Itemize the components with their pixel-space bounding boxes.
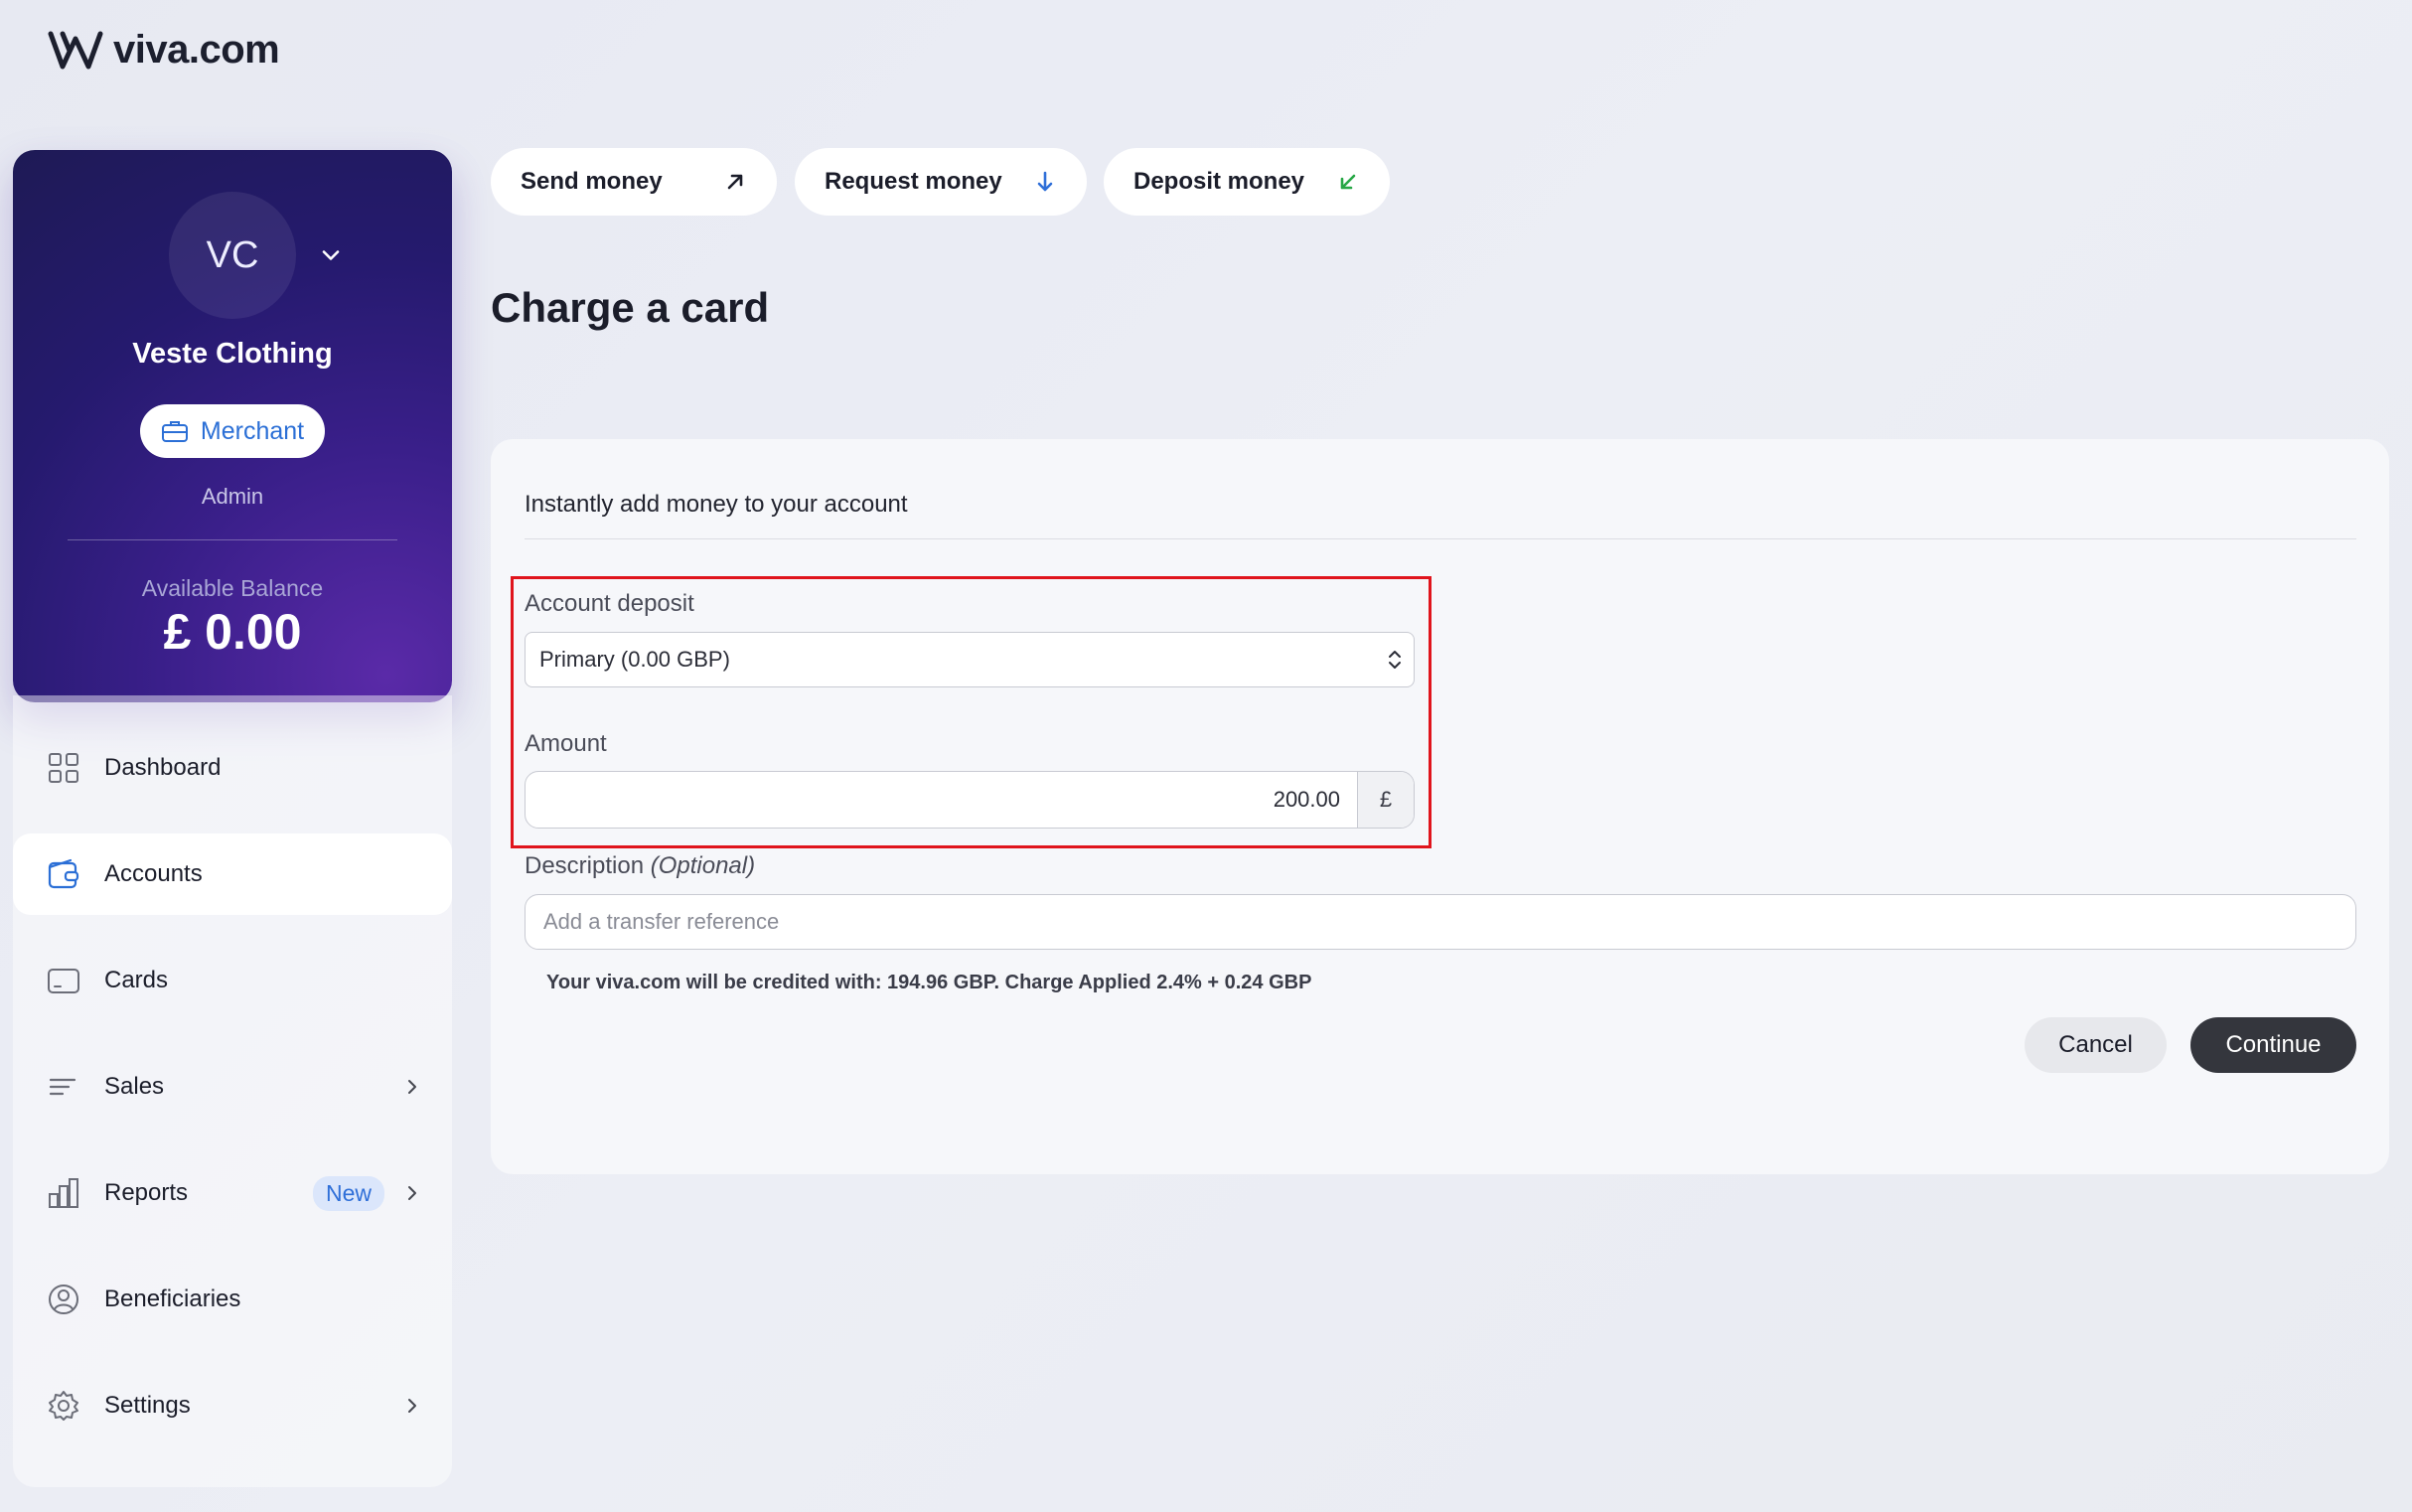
sidebar-item-label: Reports bbox=[104, 1179, 189, 1206]
page-title: Charge a card bbox=[491, 284, 770, 331]
chevron-down-icon[interactable] bbox=[317, 241, 345, 269]
sidebar-item-sales[interactable]: Sales bbox=[13, 1046, 452, 1128]
user-circle-icon bbox=[49, 1285, 78, 1314]
request-money-button[interactable]: Request money bbox=[795, 148, 1087, 216]
bar-chart-icon bbox=[49, 1178, 78, 1208]
description-label-text: Description bbox=[525, 852, 651, 879]
sidebar-item-label: Settings bbox=[104, 1392, 191, 1419]
viva-logo-icon bbox=[48, 31, 103, 69]
sidebar-item-beneficiaries[interactable]: Beneficiaries bbox=[13, 1259, 452, 1340]
card-icon bbox=[48, 969, 79, 993]
profile-card: VC Veste Clothing Merchant Admin Availab… bbox=[13, 150, 452, 702]
deposit-money-label: Deposit money bbox=[1133, 168, 1305, 195]
sidebar-item-cards[interactable]: Cards bbox=[13, 940, 452, 1021]
logo-text: viva.com bbox=[113, 28, 280, 72]
merchant-badge: Merchant bbox=[140, 404, 325, 458]
chevron-right-icon bbox=[408, 1399, 416, 1413]
wallet-icon bbox=[48, 858, 79, 889]
amount-label: Amount bbox=[525, 730, 607, 757]
select-arrows-icon bbox=[1389, 651, 1401, 669]
chevron-right-icon bbox=[408, 1186, 416, 1200]
avatar[interactable]: VC bbox=[169, 192, 296, 319]
arrow-down-left-icon bbox=[1340, 174, 1356, 190]
chevron-right-icon bbox=[408, 1080, 416, 1094]
form-divider bbox=[525, 538, 2356, 539]
continue-button[interactable]: Continue bbox=[2190, 1017, 2356, 1073]
deposit-money-button[interactable]: Deposit money bbox=[1104, 148, 1390, 216]
sidebar-item-label: Accounts bbox=[104, 860, 203, 887]
sidebar-item-accounts[interactable]: Accounts bbox=[13, 833, 452, 915]
sidebar-item-label: Cards bbox=[104, 967, 169, 993]
account-deposit-label: Account deposit bbox=[525, 590, 694, 617]
description-optional: (Optional) bbox=[650, 852, 756, 879]
profile-divider bbox=[68, 539, 397, 540]
grid-icon bbox=[49, 753, 78, 783]
send-money-label: Send money bbox=[521, 168, 663, 195]
charge-card-form: Instantly add money to your account Acco… bbox=[491, 439, 2389, 1174]
sidebar-item-label: Sales bbox=[104, 1073, 165, 1100]
sidebar-nav: Dashboard Accounts Cards Sales Reports N… bbox=[13, 695, 452, 1487]
description-label: Description (Optional) bbox=[525, 852, 755, 880]
profile-role: Admin bbox=[201, 484, 264, 509]
account-deposit-select[interactable]: Primary (0.00 GBP) bbox=[525, 632, 1415, 687]
form-intro: Instantly add money to your account bbox=[525, 491, 908, 518]
sidebar-item-dashboard[interactable]: Dashboard bbox=[13, 727, 452, 809]
avatar-initials: VC bbox=[206, 233, 259, 276]
currency-addon: £ bbox=[1357, 772, 1414, 828]
balance-value: £ 0.00 bbox=[163, 604, 302, 660]
list-icon bbox=[49, 1078, 76, 1096]
viva-logo[interactable]: viva.com bbox=[48, 28, 280, 73]
arrow-down-icon bbox=[1037, 171, 1053, 192]
arrow-up-right-icon bbox=[727, 174, 743, 190]
merchant-badge-label: Merchant bbox=[200, 416, 305, 445]
sidebar-item-reports[interactable]: Reports New bbox=[13, 1152, 452, 1234]
credit-note: Your viva.com will be credited with: 194… bbox=[546, 972, 1312, 993]
send-money-button[interactable]: Send money bbox=[491, 148, 777, 216]
sidebar-item-label: Dashboard bbox=[104, 754, 222, 781]
cancel-button[interactable]: Cancel bbox=[2025, 1017, 2167, 1073]
gear-icon bbox=[49, 1391, 78, 1421]
account-deposit-value: Primary (0.00 GBP) bbox=[539, 647, 730, 672]
sidebar-item-label: Beneficiaries bbox=[104, 1285, 241, 1312]
sidebar-item-settings[interactable]: Settings bbox=[13, 1365, 452, 1446]
briefcase-icon bbox=[161, 421, 188, 442]
amount-input[interactable] bbox=[526, 772, 1358, 828]
new-badge: New bbox=[312, 1176, 384, 1211]
balance-label: Available Balance bbox=[141, 575, 324, 601]
description-input[interactable] bbox=[525, 894, 2356, 950]
profile-name: Veste Clothing bbox=[132, 338, 333, 370]
amount-field: £ bbox=[525, 771, 1415, 829]
request-money-label: Request money bbox=[825, 168, 1002, 195]
